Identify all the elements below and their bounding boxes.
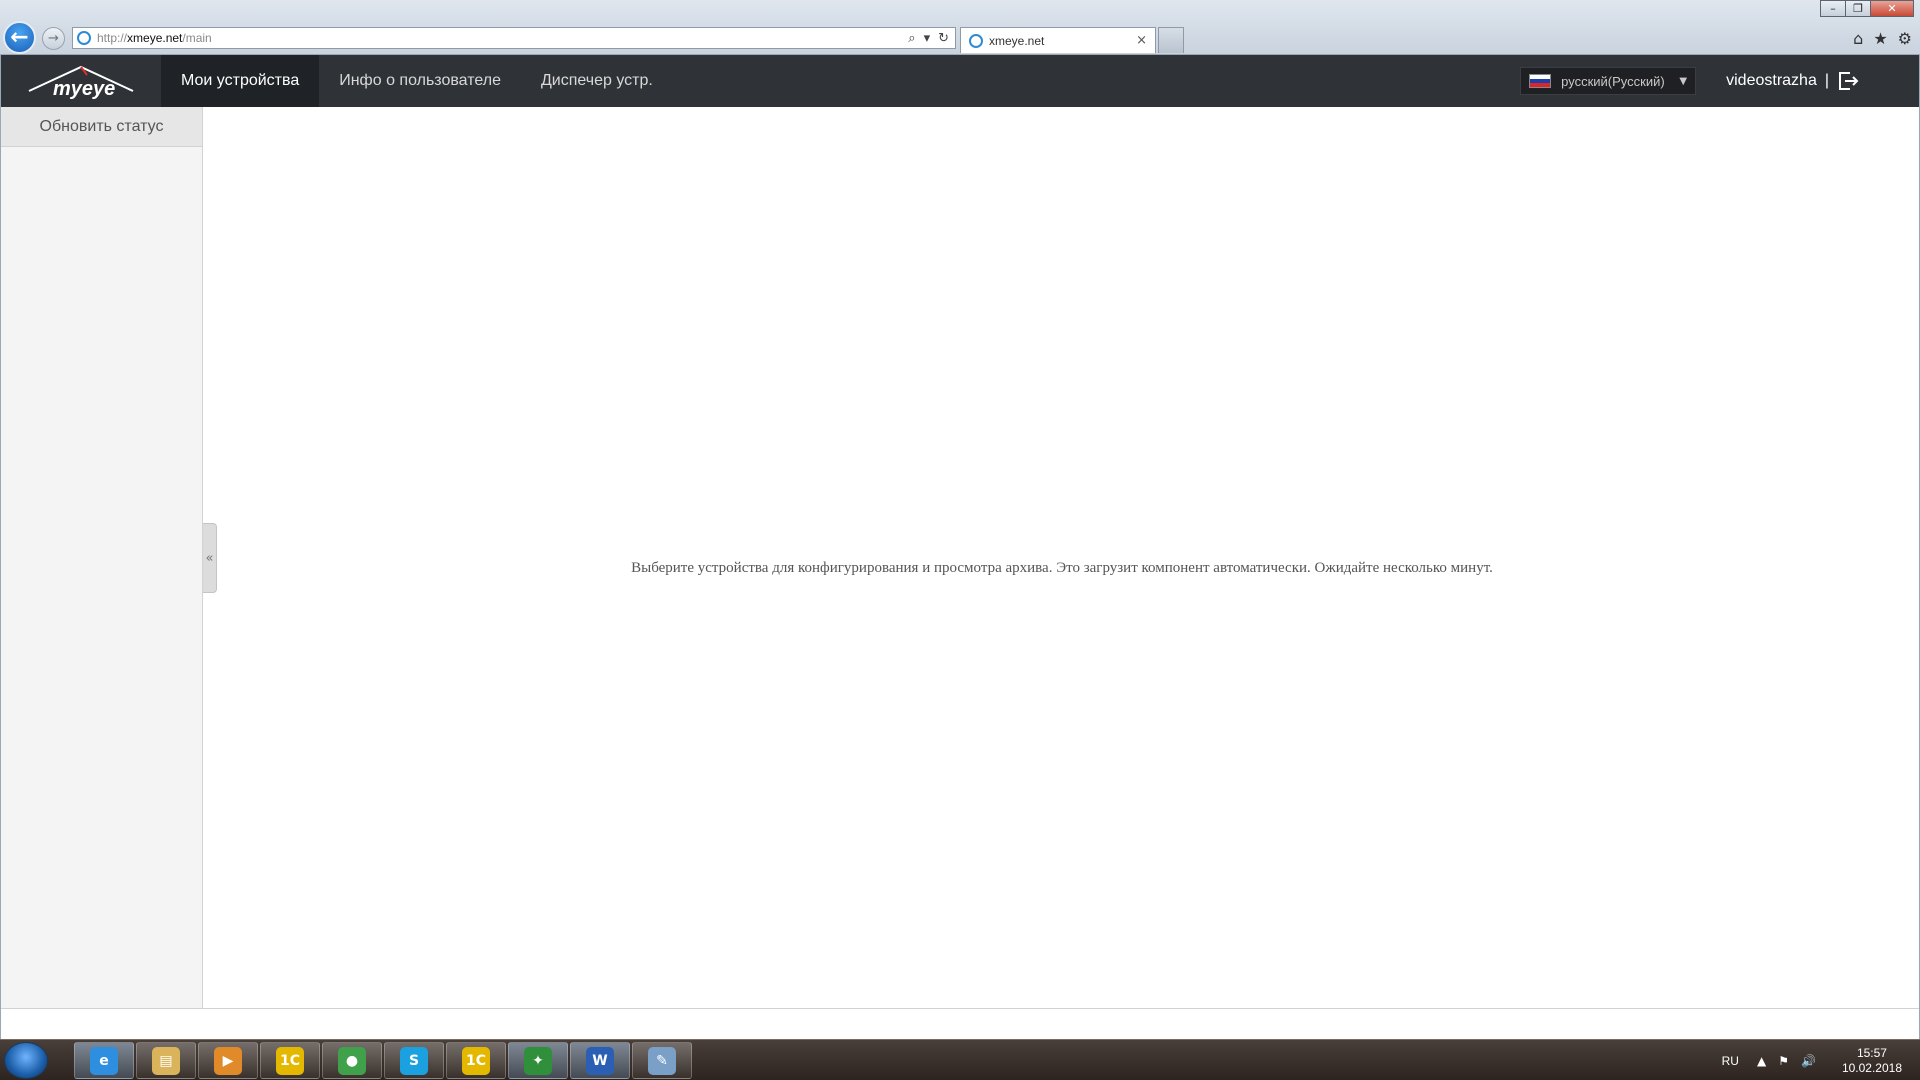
app-header: myeye Мои устройства Инфо о пользователе… <box>1 55 1919 107</box>
media-player-icon: ▶ <box>214 1046 242 1075</box>
page-footer <box>1 1008 1919 1039</box>
taskbar-file-explorer-button[interactable]: ▤ <box>136 1042 196 1079</box>
home-icon[interactable]: ⌂ <box>1853 29 1863 48</box>
username: videostrazha <box>1726 72 1817 89</box>
clock-time: 15:57 <box>1856 1046 1887 1060</box>
1c-app-icon: 1С <box>276 1046 304 1075</box>
taskbar-1c-app-button[interactable]: 1С <box>260 1042 320 1079</box>
logo-graphic: myeye <box>28 65 134 100</box>
nav-user-info-label: Инфо о пользователе <box>339 72 501 89</box>
address-tools: ⌕ ▾ ↻ <box>908 31 955 46</box>
browser-tab[interactable]: xmeye.net × <box>960 27 1156 53</box>
file-explorer-icon: ▤ <box>152 1046 180 1075</box>
clock-date: 10.02.2018 <box>1841 1061 1902 1075</box>
back-button[interactable]: ← <box>3 21 36 54</box>
language-value: русский(Русский) <box>1561 73 1665 89</box>
nav-device-manager[interactable]: Диспечер устр. <box>521 55 673 107</box>
tab-title: xmeye.net <box>989 33 1045 48</box>
chrome-icon: ● <box>338 1046 366 1075</box>
search-icon[interactable]: ⌕ <box>908 31 915 46</box>
word-icon: W <box>586 1046 614 1075</box>
header-right: русский(Русский) ▼ videostrazha | <box>1520 55 1919 107</box>
internet-explorer-icon: e <box>90 1046 118 1075</box>
page: myeye Мои устройства Инфо о пользователе… <box>0 55 1920 1039</box>
taskbar: e ▤ ▶ 1С ● S 1С ✦ W ✎ RU ▲ ⚑ 🔊 15:57 10.02.2018 <box>0 1039 1920 1080</box>
favorites-icon[interactable]: ★ <box>1873 29 1887 48</box>
language-select[interactable]: русский(Русский) ▼ <box>1520 67 1697 95</box>
restore-button[interactable]: ❐ <box>1845 0 1871 17</box>
nav-user-info[interactable]: Инфо о пользователе <box>319 55 521 107</box>
header-separator: | <box>1824 72 1829 89</box>
taskbar-word-button[interactable]: W <box>570 1042 630 1079</box>
paint-icon: ✎ <box>648 1046 676 1075</box>
minimize-button[interactable]: – <box>1820 0 1846 17</box>
main-message: Выберите устройства для конфигурирования… <box>631 560 1493 576</box>
browser-chrome: – ❐ ✕ ← → http://xmeye.net/main ⌕ ▾ ↻ xm… <box>0 0 1920 55</box>
taskbar-media-player-button[interactable]: ▶ <box>198 1042 258 1079</box>
input-language[interactable]: RU <box>1722 1054 1739 1068</box>
dropdown-icon[interactable]: ▾ <box>924 31 931 46</box>
system-tray: RU ▲ ⚑ 🔊 15:57 10.02.2018 <box>1722 1046 1902 1076</box>
arrow-left-icon: ← <box>10 25 29 50</box>
nav-device-manager-label: Диспечер устр. <box>540 72 653 89</box>
refresh-status-button[interactable]: Обновить статус <box>1 107 202 147</box>
address-bar[interactable]: http://xmeye.net/main ⌕ ▾ ↻ <box>72 27 956 49</box>
tab-close-icon[interactable]: × <box>1136 33 1147 48</box>
window-controls: – ❐ ✕ <box>1820 0 1914 17</box>
url-protocol: http:// <box>97 31 128 45</box>
sidebar: Обновить статус <box>1 107 203 1008</box>
show-hidden-icons-icon[interactable]: ▲ <box>1757 1054 1766 1068</box>
1c-app-2-icon: 1С <box>462 1046 490 1075</box>
myeye-logo[interactable]: myeye <box>1 55 161 107</box>
caret-down-icon: ▼ <box>1679 75 1688 87</box>
taskbar-1c-app-2-button[interactable]: 1С <box>446 1042 506 1079</box>
taskbar-skype-button[interactable]: S <box>384 1042 444 1079</box>
taskbar-chrome-button[interactable]: ● <box>322 1042 382 1079</box>
url-path: /main <box>182 31 212 45</box>
taskbar-internet-explorer-button[interactable]: e <box>74 1042 134 1079</box>
refresh-icon[interactable]: ↻ <box>938 31 949 46</box>
logout-icon[interactable] <box>1837 70 1859 92</box>
refresh-status-label: Обновить статус <box>39 117 164 135</box>
close-window-button[interactable]: ✕ <box>1870 0 1914 17</box>
logo-text: myeye <box>53 78 115 100</box>
new-tab-button[interactable] <box>1158 27 1184 53</box>
green-app-icon: ✦ <box>524 1046 552 1075</box>
nav-my-devices-label: Мои устройства <box>181 72 300 89</box>
start-button[interactable] <box>4 1042 48 1079</box>
url-host: xmeye.net <box>127 31 183 45</box>
clock[interactable]: 15:57 10.02.2018 <box>1842 1046 1902 1076</box>
forward-button[interactable]: → <box>42 27 65 50</box>
browser-toolbar: ⌂ ★ ⚙ <box>1853 29 1912 48</box>
nav-my-devices[interactable]: Мои устройства <box>161 55 320 107</box>
volume-icon[interactable]: 🔊 <box>1801 1054 1816 1068</box>
ie-tab-icon <box>969 33 983 48</box>
taskbar-paint-button[interactable]: ✎ <box>632 1042 692 1079</box>
skype-icon: S <box>400 1046 428 1075</box>
action-center-flag-icon[interactable]: ⚑ <box>1778 1054 1789 1068</box>
sidebar-collapse-handle[interactable]: « <box>203 523 217 593</box>
ie-page-icon <box>77 31 91 45</box>
taskbar-green-app-button[interactable]: ✦ <box>508 1042 568 1079</box>
tools-icon[interactable]: ⚙ <box>1898 29 1912 48</box>
arrow-right-icon: → <box>48 31 59 46</box>
taskbar-items: e ▤ ▶ 1С ● S 1С ✦ W ✎ <box>74 1042 692 1079</box>
russia-flag-icon <box>1529 74 1552 88</box>
